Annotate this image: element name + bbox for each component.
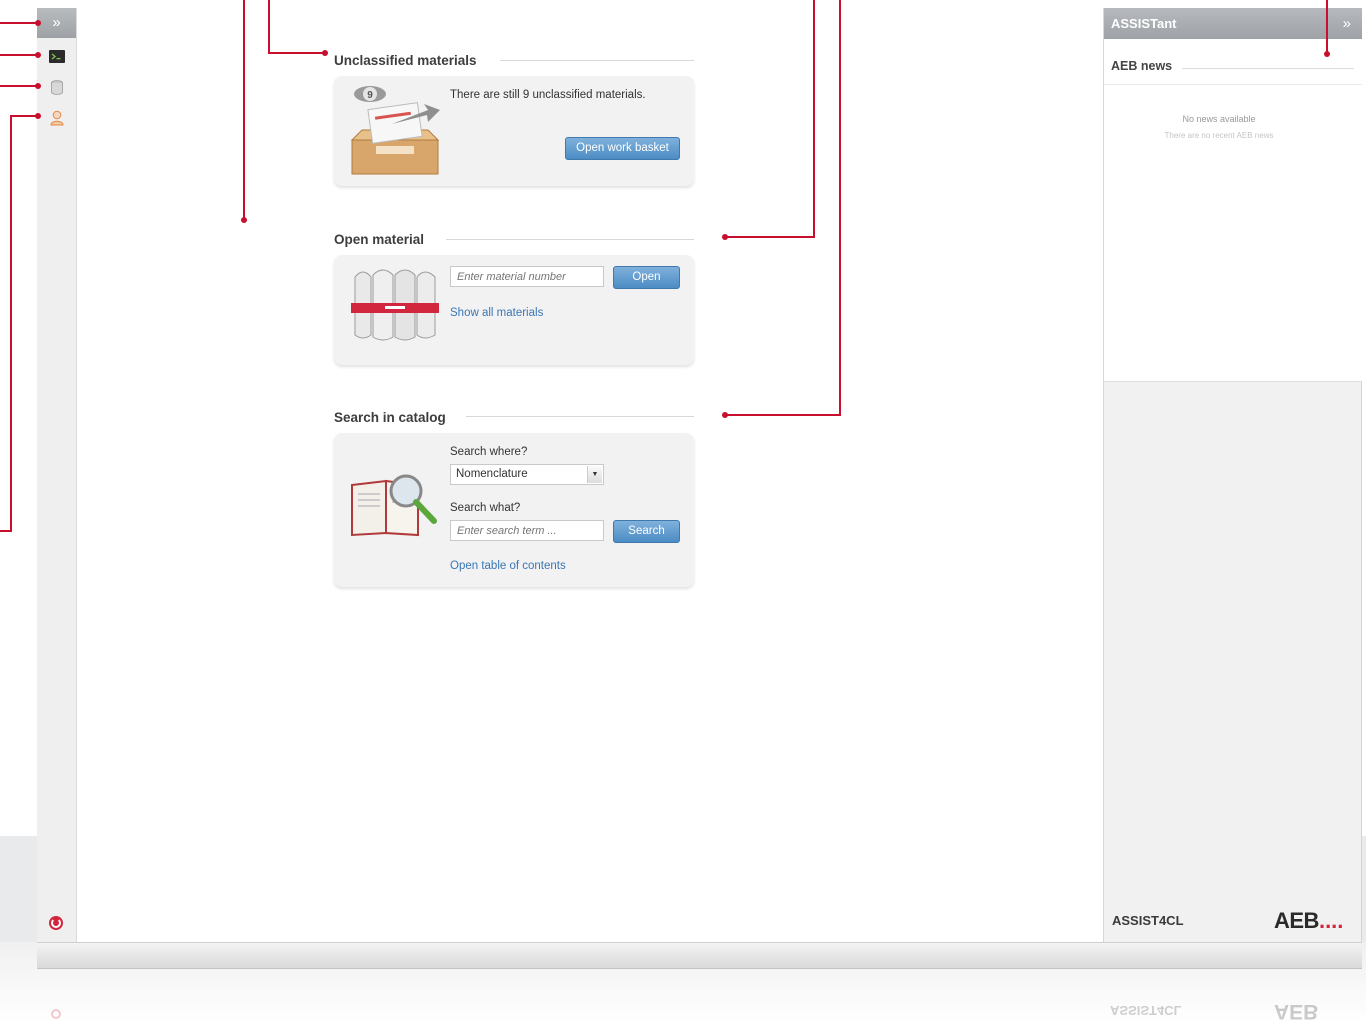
screen-reflection: ASSIST4CL AEB xyxy=(0,995,1366,1023)
callout-line xyxy=(725,236,815,238)
open-material-title: Open material xyxy=(334,232,425,247)
callout-dot xyxy=(1324,51,1330,57)
open-material-card: Open Show all materials xyxy=(334,255,694,365)
search-where-label: Search where? xyxy=(450,446,528,458)
console-icon[interactable] xyxy=(48,48,65,65)
reflected-product-name: ASSIST4CL xyxy=(1110,1003,1182,1018)
callout-line xyxy=(0,54,38,56)
callout-dot xyxy=(322,50,328,56)
aeb-logo-dots: .... xyxy=(1318,908,1344,933)
show-all-materials-link[interactable]: Show all materials xyxy=(450,307,543,319)
unclassified-rule xyxy=(500,60,694,61)
chevron-down-icon: ▼ xyxy=(587,466,602,483)
open-work-basket-button[interactable]: Open work basket xyxy=(565,137,680,160)
catalog-search-icon xyxy=(351,474,437,537)
user-icon[interactable] xyxy=(48,109,65,126)
news-title: AEB news xyxy=(1111,59,1173,73)
open-material-button[interactable]: Open xyxy=(613,266,680,289)
material-number-input[interactable] xyxy=(450,266,604,287)
bottles-icon xyxy=(351,269,439,341)
callout-dot xyxy=(35,52,41,58)
search-catalog-card: Search where? Nomenclature ▼ Search what… xyxy=(334,433,694,587)
callout-dot xyxy=(35,113,41,119)
rail-expand-button[interactable]: » xyxy=(37,8,76,38)
unclassified-card: 9 There are still 9 unclassified materia… xyxy=(334,76,694,186)
search-button[interactable]: Search xyxy=(613,520,680,543)
callout-line xyxy=(813,0,815,238)
reflected-aeb-logo: AEB xyxy=(1274,1000,1319,1023)
unclassified-message: There are still 9 unclassified materials… xyxy=(450,89,646,101)
power-icon[interactable] xyxy=(49,916,63,930)
callout-line xyxy=(268,52,326,54)
work-basket-icon: 9 xyxy=(350,86,440,175)
assistant-panel-header: ASSISTant xyxy=(1104,8,1362,39)
search-catalog-title: Search in catalog xyxy=(334,410,446,425)
reflected-power-icon xyxy=(51,1009,61,1019)
callout-line xyxy=(839,0,841,416)
search-what-label: Search what? xyxy=(450,502,521,514)
open-material-rule xyxy=(446,239,694,240)
callout-dot xyxy=(35,83,41,89)
search-catalog-rule xyxy=(466,416,694,417)
callout-line xyxy=(243,0,245,219)
assistant-panel: ASSISTant » AEB news No news available T… xyxy=(1103,8,1362,942)
callout-dot xyxy=(241,217,247,223)
callout-dot xyxy=(35,20,41,26)
left-rail: » xyxy=(37,8,77,942)
callout-line xyxy=(0,530,12,532)
database-icon[interactable] xyxy=(48,79,65,96)
news-empty-subtext: There are no recent AEB news xyxy=(1164,131,1274,140)
news-empty-message: No news available xyxy=(1182,114,1256,124)
callout-line xyxy=(1326,0,1328,54)
assistant-panel-title: ASSISTant xyxy=(1111,16,1177,31)
callout-line xyxy=(268,0,270,54)
callout-dot xyxy=(722,412,728,418)
callout-line xyxy=(10,115,12,532)
callout-dot xyxy=(722,234,728,240)
news-separator xyxy=(1104,84,1362,85)
collapse-panel-button[interactable]: » xyxy=(1343,8,1351,39)
open-table-of-contents-link[interactable]: Open table of contents xyxy=(450,560,566,572)
search-term-input[interactable] xyxy=(450,520,604,541)
news-title-rule xyxy=(1182,68,1354,69)
unclassified-count-badge: 9 xyxy=(367,90,373,101)
callout-line xyxy=(0,22,38,24)
aeb-logo-text: AEB xyxy=(1274,908,1319,933)
aeb-logo: AEB.... xyxy=(1274,908,1343,934)
product-name: ASSIST4CL xyxy=(1112,913,1184,928)
callout-line xyxy=(725,414,841,416)
news-box: AEB news No news available There are no … xyxy=(1104,39,1362,382)
callout-line xyxy=(0,85,38,87)
search-where-select[interactable]: Nomenclature ▼ xyxy=(450,464,604,485)
search-where-value: Nomenclature xyxy=(456,468,528,480)
unclassified-title: Unclassified materials xyxy=(334,53,477,68)
callout-line xyxy=(10,115,38,117)
status-bar xyxy=(37,942,1362,969)
